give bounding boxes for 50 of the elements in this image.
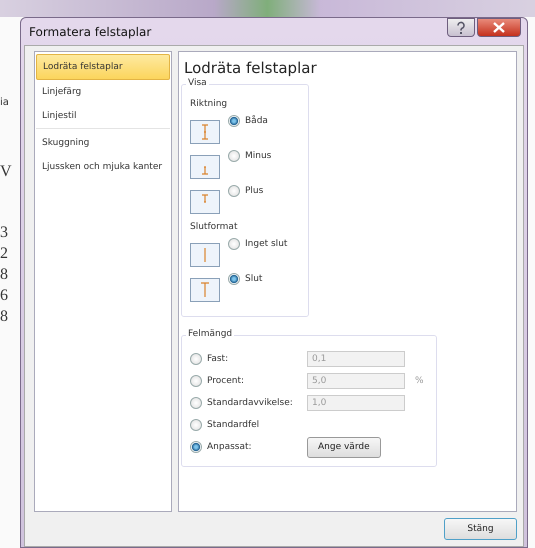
cell-text: 6: [0, 286, 9, 306]
radio-button[interactable]: [228, 185, 240, 197]
option-label[interactable]: Inget slut: [245, 239, 288, 249]
section-label: Slutformat: [190, 222, 238, 232]
close-button[interactable]: [477, 18, 521, 37]
error-bar-icon[interactable]: [190, 120, 220, 144]
radio-button[interactable]: [228, 238, 240, 250]
window-title: Formatera felstaplar: [29, 24, 152, 38]
option-label[interactable]: Procent:: [207, 376, 244, 386]
option-label[interactable]: Båda: [245, 116, 268, 126]
error-bar-icon[interactable]: [190, 278, 220, 302]
panel-heading: Lodräta felstaplar: [184, 59, 317, 77]
radio-button[interactable]: [228, 150, 240, 162]
error-bar-icon[interactable]: [190, 155, 220, 179]
group-legend: Felmängd: [186, 329, 234, 339]
cell-text: 8: [0, 307, 9, 327]
close-dialog-button[interactable]: Stäng: [444, 518, 517, 540]
cell-text: V: [0, 162, 13, 182]
category-item[interactable]: Linjefärg: [36, 80, 170, 104]
option-label[interactable]: Anpassat:: [207, 442, 252, 452]
radio-button[interactable]: [190, 375, 202, 387]
category-item[interactable]: Lodräta felstaplar: [36, 54, 170, 80]
section-label: Riktning: [190, 99, 228, 109]
unit-label: %: [415, 376, 424, 386]
category-item[interactable]: Linjestil: [36, 104, 170, 128]
close-icon: [493, 22, 505, 33]
option-label[interactable]: Minus: [245, 151, 272, 161]
cell-text: 2: [0, 244, 9, 264]
help-button[interactable]: [447, 18, 475, 37]
option-label[interactable]: Standardavvikelse:: [207, 398, 293, 408]
category-item[interactable]: Ljussken och mjuka kanter: [36, 155, 170, 179]
group-legend: Visa: [186, 78, 209, 88]
specify-value-button[interactable]: Ange värde: [307, 436, 381, 458]
category-item[interactable]: Skuggning: [36, 131, 170, 155]
radio-button[interactable]: [190, 353, 202, 365]
radio-button[interactable]: [228, 273, 240, 285]
radio-button[interactable]: [190, 397, 202, 409]
cell-text: ia: [0, 96, 10, 110]
option-label[interactable]: Slut: [245, 274, 262, 284]
error-bar-icon[interactable]: [190, 243, 220, 267]
option-label[interactable]: Standardfel: [207, 420, 260, 430]
cell-text: 3: [0, 223, 9, 243]
radio-button[interactable]: [190, 441, 202, 453]
radio-button[interactable]: [228, 115, 240, 127]
radio-button[interactable]: [190, 419, 202, 431]
cell-text: 8: [0, 265, 9, 285]
option-label[interactable]: Fast:: [207, 354, 228, 364]
option-label[interactable]: Plus: [245, 186, 264, 196]
error-bar-icon[interactable]: [190, 190, 220, 214]
help-icon: [455, 20, 467, 34]
